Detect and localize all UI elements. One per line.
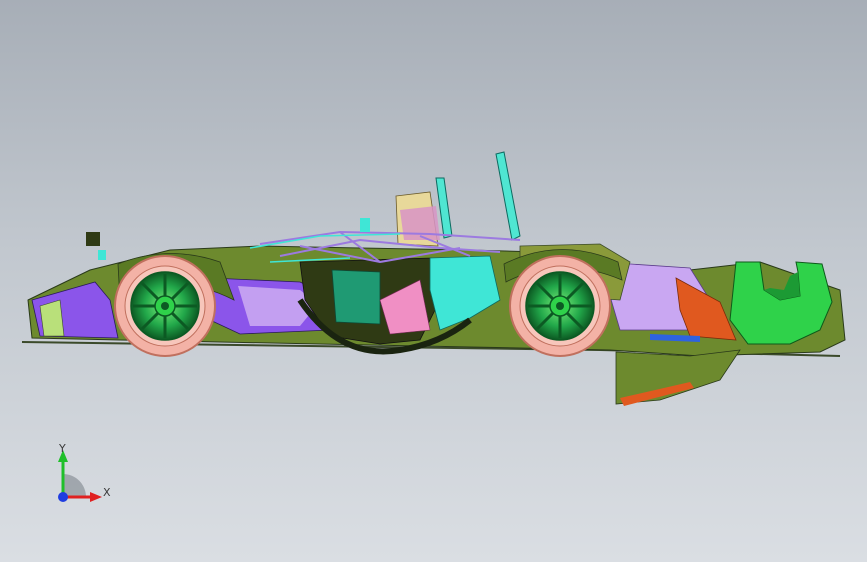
coordinate-triad bbox=[58, 450, 102, 502]
y-axis-label: Y bbox=[59, 442, 66, 455]
teal-panel bbox=[331, 269, 381, 325]
race-car-model[interactable] bbox=[0, 0, 867, 562]
front-wheel bbox=[114, 255, 216, 357]
rear-wheel bbox=[509, 255, 611, 357]
cad-viewport[interactable]: Y X bbox=[0, 0, 867, 562]
nose-wing bbox=[39, 299, 65, 337]
front-sensor-cap bbox=[98, 250, 106, 260]
x-axis-label: X bbox=[103, 486, 111, 499]
roll-hoop bbox=[495, 151, 521, 241]
mirror bbox=[360, 218, 370, 232]
front-sensor bbox=[86, 232, 100, 246]
